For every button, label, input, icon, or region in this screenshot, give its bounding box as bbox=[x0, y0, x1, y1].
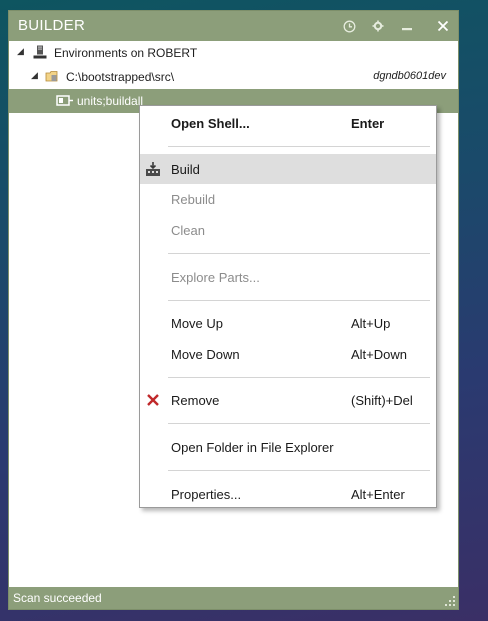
menu-separator bbox=[168, 253, 430, 254]
menu-item-label: Open Shell... bbox=[171, 116, 250, 131]
menu-item-label: Explore Parts... bbox=[171, 270, 260, 285]
menu-separator bbox=[168, 300, 430, 301]
title-bar[interactable]: BUILDER bbox=[9, 11, 458, 41]
menu-item-label: Move Down bbox=[171, 347, 240, 362]
menu-item-shortcut: Alt+Up bbox=[351, 316, 391, 331]
menu-item-move-down[interactable]: Move Down Alt+Down bbox=[140, 339, 436, 369]
minimize-icon[interactable] bbox=[393, 11, 421, 41]
menu-separator bbox=[168, 423, 430, 424]
menu-item-label: Move Up bbox=[171, 316, 224, 331]
menu-item-label: Clean bbox=[171, 223, 205, 238]
status-bar: Scan succeeded bbox=[9, 587, 458, 609]
close-icon[interactable] bbox=[429, 11, 457, 41]
context-menu: Open Shell... Enter Build Rebuild Clean … bbox=[139, 105, 437, 508]
target-icon bbox=[56, 95, 74, 109]
tree-item-label: Environments on ROBERT bbox=[54, 46, 198, 60]
menu-item-remove[interactable]: Remove (Shift)+Del bbox=[140, 385, 436, 415]
status-text: Scan succeeded bbox=[13, 591, 102, 605]
window-title: BUILDER bbox=[18, 17, 86, 34]
menu-item-label: Rebuild bbox=[171, 192, 216, 207]
menu-item-clean[interactable]: Clean bbox=[140, 215, 436, 245]
menu-item-open-folder[interactable]: Open Folder in File Explorer bbox=[140, 432, 436, 462]
menu-item-explore-parts[interactable]: Explore Parts... bbox=[140, 262, 436, 292]
tree-item-label: units;buildall bbox=[77, 94, 144, 108]
remove-icon bbox=[145, 392, 161, 408]
menu-item-label: Open Folder in File Explorer bbox=[171, 440, 334, 455]
menu-separator bbox=[168, 470, 430, 471]
menu-item-rebuild[interactable]: Rebuild bbox=[140, 184, 436, 214]
menu-separator bbox=[168, 377, 430, 378]
environment-name: dgndb0601dev bbox=[373, 70, 446, 82]
history-icon[interactable] bbox=[335, 11, 363, 41]
menu-item-label: Properties... bbox=[171, 487, 242, 502]
menu-item-properties[interactable]: Properties... Alt+Enter bbox=[140, 479, 436, 509]
menu-separator bbox=[168, 146, 430, 147]
settings-icon[interactable] bbox=[364, 11, 392, 41]
menu-item-shortcut: Alt+Down bbox=[351, 347, 407, 362]
tree-item-root[interactable]: ◢ Environments on ROBERT bbox=[9, 41, 458, 65]
menu-item-label: Remove bbox=[171, 393, 220, 408]
menu-item-open-shell[interactable]: Open Shell... Enter bbox=[140, 108, 436, 138]
computer-icon bbox=[33, 45, 47, 63]
tree-item-folder[interactable]: ◢ C:\bootstrapped\src\ dgndb0601dev bbox=[9, 65, 458, 89]
expand-arrow-icon[interactable]: ◢ bbox=[17, 46, 24, 57]
menu-item-build[interactable]: Build bbox=[140, 154, 436, 184]
menu-item-shortcut: (Shift)+Del bbox=[351, 393, 413, 408]
expand-arrow-icon[interactable]: ◢ bbox=[31, 70, 38, 81]
menu-item-label: Build bbox=[171, 162, 200, 177]
resize-grip-icon[interactable] bbox=[445, 596, 455, 606]
menu-item-shortcut: Alt+Enter bbox=[351, 487, 405, 502]
menu-item-shortcut: Enter bbox=[351, 116, 385, 131]
tree-item-label: C:\bootstrapped\src\ bbox=[66, 70, 175, 84]
build-icon bbox=[145, 161, 161, 177]
folder-icon bbox=[45, 69, 59, 86]
menu-item-move-up[interactable]: Move Up Alt+Up bbox=[140, 308, 436, 338]
